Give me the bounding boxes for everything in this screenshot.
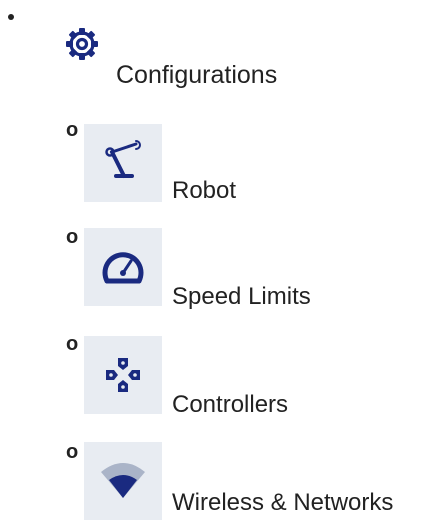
sub-bullet: o: [66, 441, 79, 463]
menu-item-wireless-networks[interactable]: [84, 442, 162, 520]
wifi-icon: [101, 463, 145, 498]
menu-item-controllers[interactable]: [84, 336, 162, 414]
configurations-label[interactable]: Configurations: [116, 60, 277, 90]
dpad-icon: [106, 358, 140, 392]
robot-label[interactable]: Robot: [172, 176, 236, 206]
sub-bullet: o: [66, 333, 79, 355]
wireless-networks-label[interactable]: Wireless & Networks: [172, 488, 393, 518]
menu-item-speed-limits[interactable]: [84, 228, 162, 306]
sub-bullet: o: [66, 226, 79, 248]
menu-item-robot[interactable]: [84, 124, 162, 202]
gear-icon[interactable]: [64, 26, 100, 62]
speed-limits-label[interactable]: Speed Limits: [172, 282, 311, 312]
sub-bullet: o: [66, 119, 79, 141]
list-bullet: [8, 14, 14, 20]
speedometer-icon: [102, 252, 144, 284]
controllers-label[interactable]: Controllers: [172, 390, 288, 420]
robot-arm-icon: [105, 140, 141, 178]
